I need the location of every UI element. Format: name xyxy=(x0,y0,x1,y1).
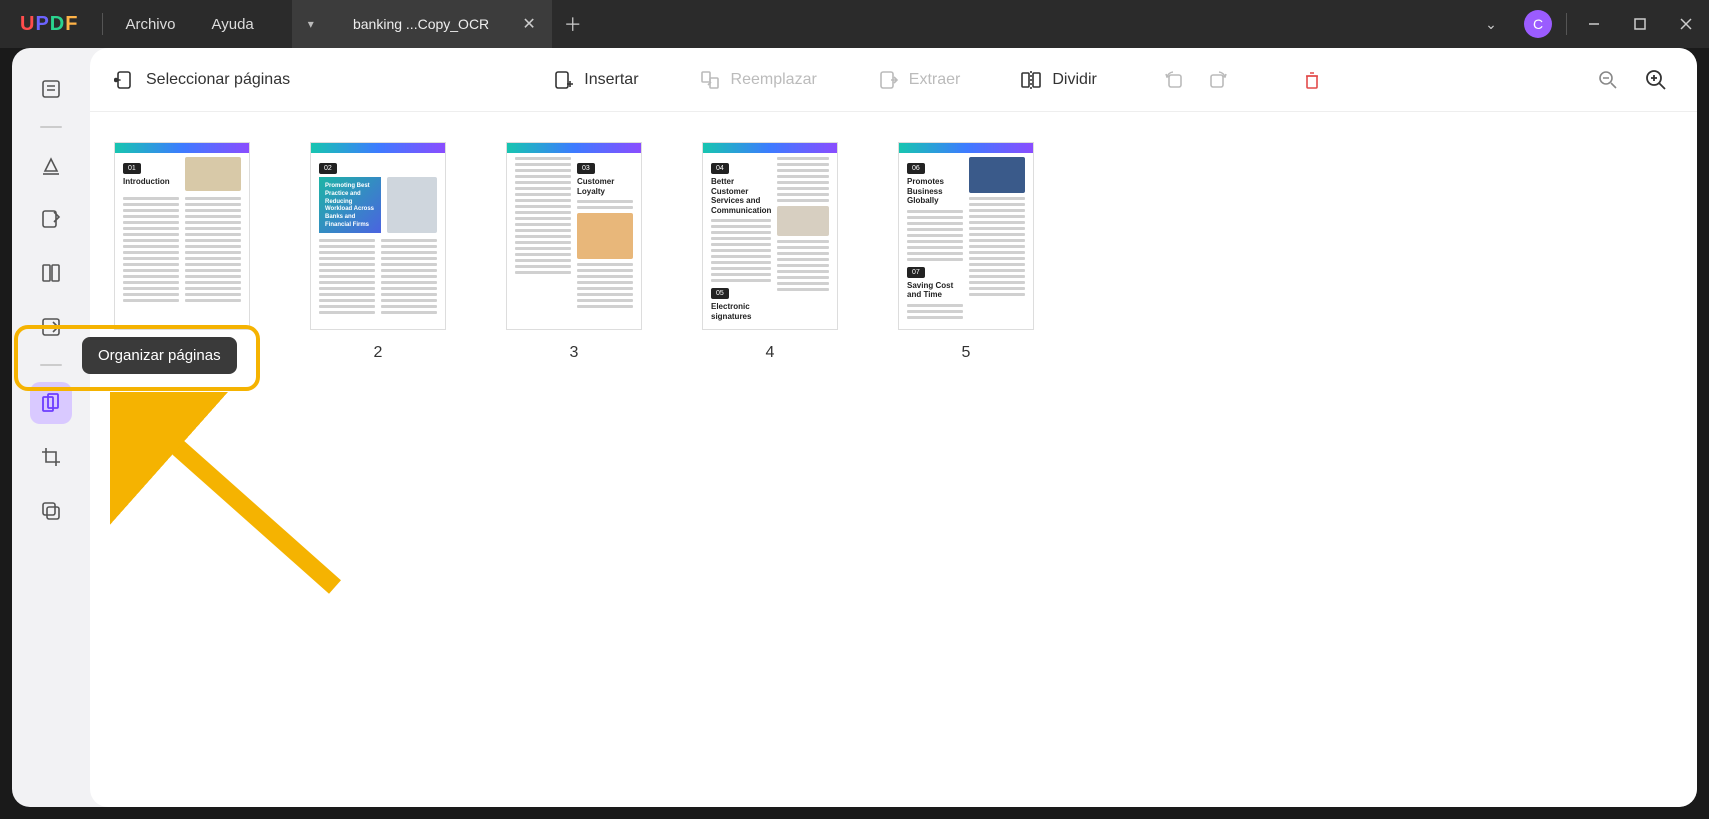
select-pages-icon xyxy=(114,69,136,91)
page-thumb-wrap: 04 Better Customer Services and Communic… xyxy=(702,142,838,362)
sidebar-organize-pages-icon[interactable] xyxy=(30,382,72,424)
sidebar-highlight-icon[interactable] xyxy=(30,144,72,186)
page-number: 3 xyxy=(570,344,579,362)
page-thumbnails: 01Introduction 1 02 Promoting Best Pract xyxy=(90,112,1697,807)
tab-dropdown-icon[interactable]: ▾ xyxy=(308,17,314,31)
page-thumb[interactable]: 06 Promotes Business Globally 07 Saving … xyxy=(898,142,1034,330)
sidebar xyxy=(12,48,90,807)
document-tab[interactable]: ▾ banking ...Copy_OCR ✕ xyxy=(292,0,552,48)
split-label: Dividir xyxy=(1052,71,1096,89)
split-button[interactable]: Dividir xyxy=(1020,69,1096,91)
app-logo: UPDF xyxy=(0,13,98,36)
select-pages-label: Seleccionar páginas xyxy=(146,71,290,89)
sidebar-edit-icon[interactable] xyxy=(30,198,72,240)
page-thumb[interactable]: 02 Promoting Best Practice and Reducing … xyxy=(310,142,446,330)
minimize-button[interactable] xyxy=(1571,0,1617,48)
page-thumb[interactable]: 03 Customer Loyalty xyxy=(506,142,642,330)
insert-button[interactable]: Insertar xyxy=(552,69,638,91)
sidebar-crop-icon[interactable] xyxy=(30,436,72,478)
extract-icon xyxy=(877,69,899,91)
page-thumb-wrap: 01Introduction 1 xyxy=(114,142,250,362)
tab-title: banking ...Copy_OCR xyxy=(338,16,505,32)
sidebar-pages-icon[interactable] xyxy=(30,252,72,294)
organize-toolbar: Seleccionar páginas Insertar Reemplazar … xyxy=(90,48,1697,112)
sidebar-separator xyxy=(40,364,62,366)
page-number: 2 xyxy=(374,344,383,362)
rotate-left-button[interactable] xyxy=(1157,63,1191,97)
sidebar-layers-icon[interactable] xyxy=(30,490,72,532)
sidebar-form-icon[interactable] xyxy=(30,306,72,348)
menu-file[interactable]: Archivo xyxy=(107,16,193,33)
page-thumb[interactable]: 01Introduction xyxy=(114,142,250,330)
replace-icon xyxy=(699,69,721,91)
replace-button[interactable]: Reemplazar xyxy=(699,69,817,91)
zoom-in-button[interactable] xyxy=(1639,63,1673,97)
delete-button[interactable] xyxy=(1295,63,1329,97)
sidebar-tooltip: Organizar páginas xyxy=(82,337,237,374)
extract-button[interactable]: Extraer xyxy=(877,69,961,91)
zoom-out-button[interactable] xyxy=(1591,63,1625,97)
tab-area: ▾ banking ...Copy_OCR ✕ ＋ xyxy=(292,0,594,48)
workspace: Seleccionar páginas Insertar Reemplazar … xyxy=(12,48,1697,807)
close-button[interactable] xyxy=(1663,0,1709,48)
split-icon xyxy=(1020,69,1042,91)
page-thumb-wrap: 06 Promotes Business Globally 07 Saving … xyxy=(898,142,1034,362)
page-number: 4 xyxy=(766,344,775,362)
tab-close-icon[interactable]: ✕ xyxy=(522,14,535,34)
new-tab-button[interactable]: ＋ xyxy=(552,0,594,48)
main-panel: Seleccionar páginas Insertar Reemplazar … xyxy=(90,48,1697,807)
page-thumb-wrap: 03 Customer Loyalty 3 xyxy=(506,142,642,362)
page-thumb[interactable]: 04 Better Customer Services and Communic… xyxy=(702,142,838,330)
insert-icon xyxy=(552,69,574,91)
sidebar-separator xyxy=(40,126,62,128)
maximize-button[interactable] xyxy=(1617,0,1663,48)
rotate-right-button[interactable] xyxy=(1201,63,1235,97)
replace-label: Reemplazar xyxy=(731,71,817,89)
user-avatar[interactable]: C xyxy=(1524,10,1552,38)
page-thumb-wrap: 02 Promoting Best Practice and Reducing … xyxy=(310,142,446,362)
window-dropdown-icon[interactable]: ⌄ xyxy=(1468,0,1514,48)
extract-label: Extraer xyxy=(909,71,961,89)
menu-help[interactable]: Ayuda xyxy=(194,16,272,33)
insert-label: Insertar xyxy=(584,71,638,89)
select-pages-button[interactable]: Seleccionar páginas xyxy=(114,69,290,91)
titlebar: UPDF Archivo Ayuda ▾ banking ...Copy_OCR… xyxy=(0,0,1709,48)
divider xyxy=(102,13,103,35)
sidebar-reader-icon[interactable] xyxy=(30,68,72,110)
page-number: 5 xyxy=(962,344,971,362)
divider xyxy=(1566,13,1567,35)
